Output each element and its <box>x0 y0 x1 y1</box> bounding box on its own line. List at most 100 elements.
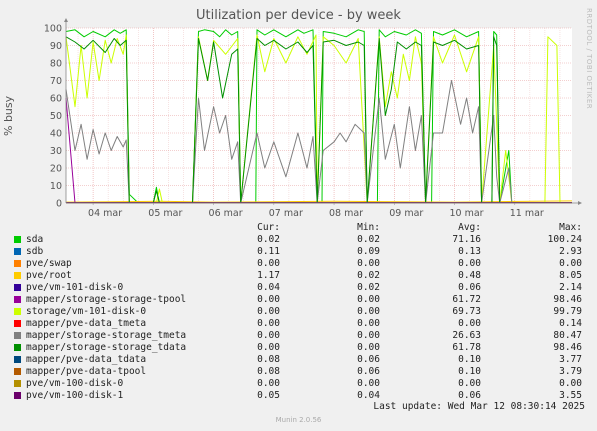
legend-row: storage/vm-101-disk-0 0.00 0.00 69.73 99.79 <box>12 306 584 318</box>
legend-header: Cur: Min: Avg: Max: <box>12 222 584 234</box>
y-tick-label: 60 <box>50 94 62 105</box>
legend-cur: 0.00 <box>257 318 280 329</box>
legend-max: 98.46 <box>553 294 582 305</box>
legend-row: pve/vm-101-disk-0 0.04 0.02 0.06 2.14 <box>12 282 584 294</box>
chart-title: Utilization per device - by week <box>196 8 401 23</box>
legend-min: 0.02 <box>357 270 380 281</box>
legend-name: sdb <box>26 246 44 257</box>
y-tick-label: 10 <box>50 181 62 192</box>
legend-swatch <box>14 296 21 303</box>
legend-row: pve/root 1.17 0.02 0.48 8.05 <box>12 270 584 282</box>
legend-swatch <box>14 332 21 339</box>
legend-avg: 0.48 <box>458 270 481 281</box>
last-update: Last update: Wed Mar 12 08:30:14 2025 <box>373 401 585 412</box>
y-tick-label: 50 <box>50 111 62 122</box>
legend-name: pve/root <box>26 270 72 281</box>
legend-swatch <box>14 260 21 267</box>
legend-min: 0.02 <box>357 282 380 293</box>
legend-avg: 61.72 <box>452 294 481 305</box>
y-tick-label: 20 <box>50 164 62 175</box>
legend-swatch <box>14 284 21 291</box>
legend-row: pve/vm-100-disk-0 0.00 0.00 0.00 0.00 <box>12 378 584 390</box>
legend-avg: 0.06 <box>458 282 481 293</box>
legend-cur: 0.00 <box>257 378 280 389</box>
legend: Cur: Min: Avg: Max: sda 0.02 0.02 71.16 100.… <box>12 222 584 402</box>
legend-cur: 0.00 <box>257 306 280 317</box>
legend-avg: 71.16 <box>452 234 481 245</box>
legend-avg: 0.00 <box>458 258 481 269</box>
legend-min: 0.00 <box>357 294 380 305</box>
legend-avg: 0.00 <box>458 378 481 389</box>
legend-min: 0.00 <box>357 330 380 341</box>
legend-max: 2.14 <box>559 282 582 293</box>
legend-name: storage/vm-101-disk-0 <box>26 306 147 317</box>
legend-min: 0.06 <box>357 366 380 377</box>
x-tick-label: 05 mar <box>148 208 182 219</box>
legend-name: pve/vm-101-disk-0 <box>26 282 124 293</box>
legend-max: 3.79 <box>559 366 582 377</box>
legend-cur: 0.00 <box>257 330 280 341</box>
x-tick-label: 09 mar <box>389 208 423 219</box>
legend-min: 0.00 <box>357 318 380 329</box>
legend-max: 8.05 <box>559 270 582 281</box>
legend-cur: 0.02 <box>257 234 280 245</box>
legend-swatch <box>14 320 21 327</box>
x-tick-label: 10 mar <box>449 208 483 219</box>
legend-cur: 0.00 <box>257 342 280 353</box>
legend-max: 0.00 <box>559 258 582 269</box>
legend-cur: 0.04 <box>257 282 280 293</box>
legend-row: mapper/pve-data_tmeta 0.00 0.00 0.00 0.14 <box>12 318 584 330</box>
legend-max: 2.93 <box>559 246 582 257</box>
legend-header-max: Max: <box>559 222 582 233</box>
legend-name: mapper/pve-data_tdata <box>26 354 147 365</box>
legend-swatch <box>14 344 21 351</box>
legend-swatch <box>14 368 21 375</box>
legend-min: 0.04 <box>357 390 380 401</box>
legend-avg: 69.73 <box>452 306 481 317</box>
legend-min: 0.00 <box>357 378 380 389</box>
legend-cur: 0.00 <box>257 294 280 305</box>
legend-max: 3.77 <box>559 354 582 365</box>
legend-max: 98.46 <box>553 342 582 353</box>
legend-min: 0.06 <box>357 354 380 365</box>
legend-name: pve/swap <box>26 258 72 269</box>
legend-header-min: Min: <box>357 222 380 233</box>
legend-row: mapper/pve-data-tpool 0.08 0.06 0.10 3.79 <box>12 366 584 378</box>
legend-row: mapper/storage-storage-tpool 0.00 0.00 61.7… <box>12 294 584 306</box>
x-tick-label: 08 mar <box>329 208 363 219</box>
legend-swatch <box>14 236 21 243</box>
legend-name: mapper/storage-storage-tpool <box>26 294 187 305</box>
y-tick-label: 40 <box>50 129 62 140</box>
legend-swatch <box>14 392 21 399</box>
y-axis-label: % busy <box>2 95 15 136</box>
legend-header-cur: Cur: <box>257 222 280 233</box>
legend-name: mapper/pve-data_tmeta <box>26 318 147 329</box>
rrdtool-credit: RRDTOOL / TOBI OETIKER <box>585 8 593 110</box>
legend-row: mapper/storage-storage_tdata 0.00 0.00 61.7… <box>12 342 584 354</box>
x-tick-label: 11 mar <box>510 208 544 219</box>
legend-swatch <box>14 272 21 279</box>
legend-avg: 61.78 <box>452 342 481 353</box>
legend-max: 80.47 <box>553 330 582 341</box>
legend-min: 0.09 <box>357 246 380 257</box>
legend-swatch <box>14 248 21 255</box>
legend-name: sda <box>26 234 44 245</box>
legend-header-avg: Avg: <box>458 222 481 233</box>
legend-row: pve/swap 0.00 0.00 0.00 0.00 <box>12 258 584 270</box>
legend-name: pve/vm-100-disk-1 <box>26 390 124 401</box>
legend-avg: 0.10 <box>458 366 481 377</box>
legend-cur: 0.05 <box>257 390 280 401</box>
x-tick-label: 06 mar <box>209 208 243 219</box>
legend-row: sdb 0.11 0.09 0.13 2.93 <box>12 246 584 258</box>
legend-max: 0.14 <box>559 318 582 329</box>
legend-max: 100.24 <box>547 234 582 245</box>
legend-cur: 1.17 <box>257 270 280 281</box>
legend-name: mapper/pve-data-tpool <box>26 366 147 377</box>
y-tick-label: 30 <box>50 146 62 157</box>
legend-min: 0.02 <box>357 234 380 245</box>
x-axis-arrow <box>578 201 582 205</box>
legend-avg: 0.00 <box>458 318 481 329</box>
y-tick-label: 0 <box>56 199 62 210</box>
legend-cur: 0.11 <box>257 246 280 257</box>
legend-swatch <box>14 380 21 387</box>
